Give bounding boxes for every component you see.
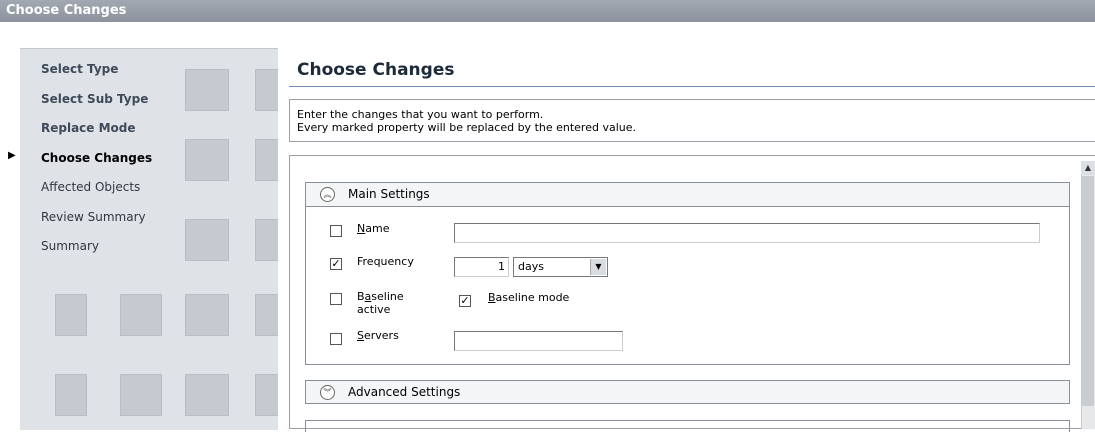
servers-field[interactable] bbox=[454, 331, 623, 351]
current-step-arrow-icon: ▶ bbox=[8, 150, 16, 161]
sidebar-decor bbox=[255, 374, 278, 416]
name-field[interactable] bbox=[454, 223, 1040, 243]
wizard-steps: Select Type Select Sub Type Replace Mode… bbox=[20, 59, 278, 266]
wizard-step-affected-objects: Affected Objects bbox=[41, 180, 141, 194]
dropdown-arrow-icon[interactable]: ▼ bbox=[590, 259, 606, 275]
title-divider bbox=[289, 86, 1095, 87]
instructions-line: Enter the changes that you want to perfo… bbox=[297, 108, 544, 121]
sidebar-decor bbox=[120, 374, 162, 416]
baseline-active-label: Baseline active bbox=[357, 290, 404, 316]
advanced-settings-header[interactable]: ︾ Advanced Settings bbox=[306, 381, 1069, 403]
wizard-step-summary: Summary bbox=[41, 239, 99, 253]
baseline-active-checkbox[interactable] bbox=[330, 293, 342, 305]
frequency-label: Frequency bbox=[357, 255, 414, 268]
wizard-sidebar: Select Type Select Sub Type Replace Mode… bbox=[20, 48, 278, 430]
instructions-line: Every marked property will be replaced b… bbox=[297, 121, 637, 134]
servers-checkbox[interactable] bbox=[330, 333, 342, 345]
frequency-value-input[interactable]: 1 bbox=[454, 257, 509, 277]
main-settings-section: ︽ Main Settings bbox=[305, 182, 1070, 365]
servers-label: Servers bbox=[357, 329, 399, 342]
scrollbar-thumb[interactable] bbox=[1082, 176, 1094, 406]
frequency-unit-select[interactable]: days ▼ bbox=[513, 257, 608, 277]
instructions-box: Enter the changes that you want to perfo… bbox=[289, 99, 1095, 142]
wizard-step-review-summary: Review Summary bbox=[41, 209, 146, 224]
wizard-step-select-type[interactable]: Select Type bbox=[20, 59, 278, 89]
window-title-bar: Choose Changes bbox=[0, 0, 1095, 22]
page-title: Choose Changes bbox=[297, 60, 455, 80]
baseline-mode-checkbox[interactable]: ✓ bbox=[459, 295, 471, 307]
baseline-mode-label: Baseline mode bbox=[488, 291, 570, 304]
sidebar-decor bbox=[185, 294, 229, 336]
scroll-up-arrow-icon[interactable]: ▲ bbox=[1081, 161, 1095, 175]
next-section-partial bbox=[305, 420, 1070, 432]
name-checkbox[interactable] bbox=[330, 225, 342, 237]
sidebar-decor bbox=[120, 294, 162, 336]
wizard-step-select-sub-type[interactable]: Select Sub Type bbox=[20, 89, 278, 119]
wizard-step-replace-mode[interactable]: Replace Mode bbox=[20, 118, 278, 148]
sidebar-decor bbox=[55, 294, 87, 336]
advanced-settings-section: ︾ Advanced Settings bbox=[305, 380, 1070, 404]
sidebar-decor bbox=[255, 294, 278, 336]
frequency-checkbox[interactable]: ✓ bbox=[330, 258, 342, 270]
sidebar-decor bbox=[185, 374, 229, 416]
expand-chevron-icon[interactable]: ︾ bbox=[320, 385, 335, 400]
main-settings-header[interactable]: ︽ Main Settings bbox=[306, 183, 1069, 207]
sidebar-decor bbox=[55, 374, 87, 416]
name-label: Name bbox=[357, 222, 390, 235]
wizard-step-choose-changes[interactable]: Choose Changes bbox=[20, 148, 278, 178]
collapse-chevron-icon[interactable]: ︽ bbox=[320, 187, 335, 202]
